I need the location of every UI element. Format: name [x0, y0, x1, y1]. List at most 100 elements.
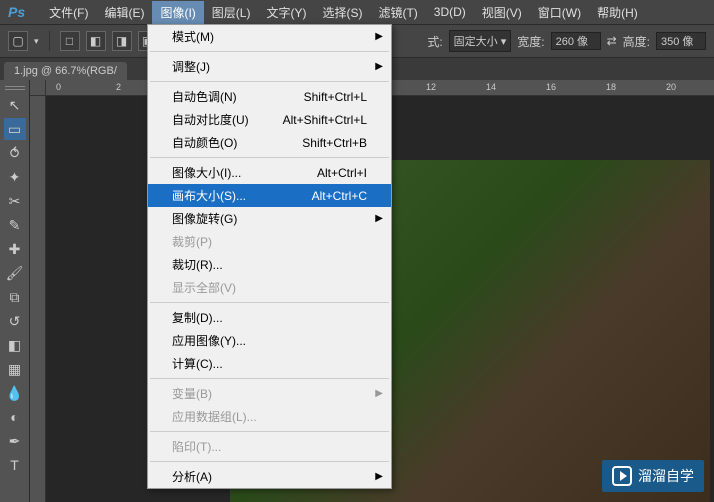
- selection-new-icon[interactable]: □: [60, 31, 80, 51]
- history-brush-tool[interactable]: ↺: [4, 310, 26, 332]
- menu-item: 变量(B) ▶: [148, 382, 391, 405]
- submenu-arrow-icon: ▶: [375, 31, 383, 42]
- menu-item[interactable]: 计算(C)...: [148, 352, 391, 375]
- menu-item: 显示全部(V): [148, 276, 391, 299]
- selection-add-icon[interactable]: ◧: [86, 31, 106, 51]
- submenu-arrow-icon: ▶: [375, 388, 383, 399]
- eraser-tool[interactable]: ◧: [4, 334, 26, 356]
- menu-help[interactable]: 帮助(H): [589, 1, 646, 24]
- menu-separator: [150, 431, 389, 432]
- menu-item[interactable]: 调整(J) ▶: [148, 55, 391, 78]
- menu-image[interactable]: 图像(I): [152, 1, 203, 24]
- menu-item[interactable]: 分析(A) ▶: [148, 465, 391, 488]
- palette-grip-icon[interactable]: [5, 84, 25, 92]
- brush-tool[interactable]: 🖌: [4, 262, 26, 284]
- ps-logo: Ps: [8, 4, 25, 20]
- move-tool[interactable]: ↖: [4, 94, 26, 116]
- menu-view[interactable]: 视图(V): [474, 1, 530, 24]
- healing-tool[interactable]: ✚: [4, 238, 26, 260]
- menu-item: 陷印(T)...: [148, 435, 391, 458]
- height-input[interactable]: [656, 32, 706, 50]
- chevron-down-icon[interactable]: ▾: [34, 36, 39, 47]
- pen-tool[interactable]: ✒: [4, 430, 26, 452]
- submenu-arrow-icon: ▶: [375, 61, 383, 72]
- ruler-corner: [30, 80, 46, 96]
- menu-item-shortcut: Alt+Shift+Ctrl+L: [283, 113, 367, 127]
- menu-item[interactable]: 画布大小(S)... Alt+Ctrl+C: [148, 184, 391, 207]
- marquee-tool[interactable]: ▭: [4, 118, 26, 140]
- dodge-tool[interactable]: ◐: [4, 406, 26, 428]
- menu-separator: [150, 378, 389, 379]
- menu-3d[interactable]: 3D(D): [426, 2, 474, 22]
- menu-layer[interactable]: 图层(L): [204, 1, 259, 24]
- menu-item[interactable]: 自动颜色(O) Shift+Ctrl+B: [148, 131, 391, 154]
- lasso-tool[interactable]: ⥀: [4, 142, 26, 164]
- swap-icon[interactable]: ⇄: [607, 34, 617, 48]
- menu-item[interactable]: 应用图像(Y)...: [148, 329, 391, 352]
- stamp-tool[interactable]: ⧉: [4, 286, 26, 308]
- width-input[interactable]: [551, 32, 601, 50]
- type-tool[interactable]: T: [4, 454, 26, 476]
- menu-item[interactable]: 图像大小(I)... Alt+Ctrl+I: [148, 161, 391, 184]
- submenu-arrow-icon: ▶: [375, 213, 383, 224]
- menu-item-label: 自动颜色(O): [172, 134, 237, 151]
- play-icon: [612, 466, 632, 486]
- watermark-badge: 溜溜自学: [602, 460, 704, 492]
- menu-item-shortcut: Shift+Ctrl+B: [302, 136, 367, 150]
- menu-item-shortcut: Shift+Ctrl+L: [304, 90, 367, 104]
- menu-item-label: 调整(J): [172, 58, 210, 75]
- menu-window[interactable]: 窗口(W): [530, 1, 589, 24]
- menu-item[interactable]: 图像旋转(G) ▶: [148, 207, 391, 230]
- menu-item-label: 图像旋转(G): [172, 210, 237, 227]
- marquee-tool-indicator-icon[interactable]: ▢: [8, 31, 28, 51]
- wand-tool[interactable]: ✦: [4, 166, 26, 188]
- menu-item-label: 应用图像(Y)...: [172, 332, 246, 349]
- menu-item-label: 图像大小(I)...: [172, 164, 241, 181]
- menu-item-label: 陷印(T)...: [172, 438, 221, 455]
- eyedropper-tool[interactable]: ✎: [4, 214, 26, 236]
- crop-tool[interactable]: ✂: [4, 190, 26, 212]
- menu-item-shortcut: Alt+Ctrl+I: [317, 166, 367, 180]
- menu-item-shortcut: Alt+Ctrl+C: [312, 189, 367, 203]
- menu-file[interactable]: 文件(F): [41, 1, 96, 24]
- menu-item[interactable]: 复制(D)...: [148, 306, 391, 329]
- menu-item-label: 复制(D)...: [172, 309, 223, 326]
- menu-item-label: 画布大小(S)...: [172, 187, 246, 204]
- menu-item[interactable]: 自动色调(N) Shift+Ctrl+L: [148, 85, 391, 108]
- width-label: 宽度:: [517, 33, 544, 50]
- menu-select[interactable]: 选择(S): [314, 1, 370, 24]
- height-label: 高度:: [623, 33, 650, 50]
- menu-item[interactable]: 裁切(R)...: [148, 253, 391, 276]
- menu-item-label: 显示全部(V): [172, 279, 236, 296]
- menu-separator: [150, 157, 389, 158]
- style-select[interactable]: 固定大小 ▾: [449, 30, 512, 52]
- blur-tool[interactable]: 💧: [4, 382, 26, 404]
- menu-item-label: 模式(M): [172, 28, 214, 45]
- menu-filter[interactable]: 滤镜(T): [370, 1, 425, 24]
- document-tab[interactable]: 1.jpg @ 66.7%(RGB/: [4, 62, 127, 80]
- menu-item-label: 自动对比度(U): [172, 111, 249, 128]
- menu-item-label: 计算(C)...: [172, 355, 223, 372]
- menu-item[interactable]: 模式(M) ▶: [148, 25, 391, 48]
- menu-text[interactable]: 文字(Y): [258, 1, 314, 24]
- ruler-vertical: [30, 96, 46, 502]
- selection-subtract-icon[interactable]: ◨: [112, 31, 132, 51]
- menu-item-label: 应用数据组(L)...: [172, 408, 257, 425]
- style-label: 式:: [427, 33, 442, 50]
- image-menu-dropdown: 模式(M) ▶ 调整(J) ▶ 自动色调(N) Shift+Ctrl+L 自动对比度(U) A…: [147, 24, 392, 489]
- menu-separator: [150, 302, 389, 303]
- menu-item-label: 分析(A): [172, 468, 212, 485]
- submenu-arrow-icon: ▶: [375, 471, 383, 482]
- menu-item-label: 变量(B): [172, 385, 212, 402]
- gradient-tool[interactable]: ▦: [4, 358, 26, 380]
- menu-separator: [150, 51, 389, 52]
- menu-item: 应用数据组(L)...: [148, 405, 391, 428]
- watermark-text: 溜溜自学: [638, 466, 694, 486]
- menu-edit[interactable]: 编辑(E): [96, 1, 152, 24]
- menu-item-label: 自动色调(N): [172, 88, 237, 105]
- menu-separator: [150, 81, 389, 82]
- menu-item-label: 裁剪(P): [172, 233, 212, 250]
- tool-palette: ↖ ▭ ⥀ ✦ ✂ ✎ ✚ 🖌 ⧉ ↺ ◧ ▦ 💧 ◐ ✒ T: [0, 80, 30, 502]
- menu-item[interactable]: 自动对比度(U) Alt+Shift+Ctrl+L: [148, 108, 391, 131]
- menu-item-label: 裁切(R)...: [172, 256, 223, 273]
